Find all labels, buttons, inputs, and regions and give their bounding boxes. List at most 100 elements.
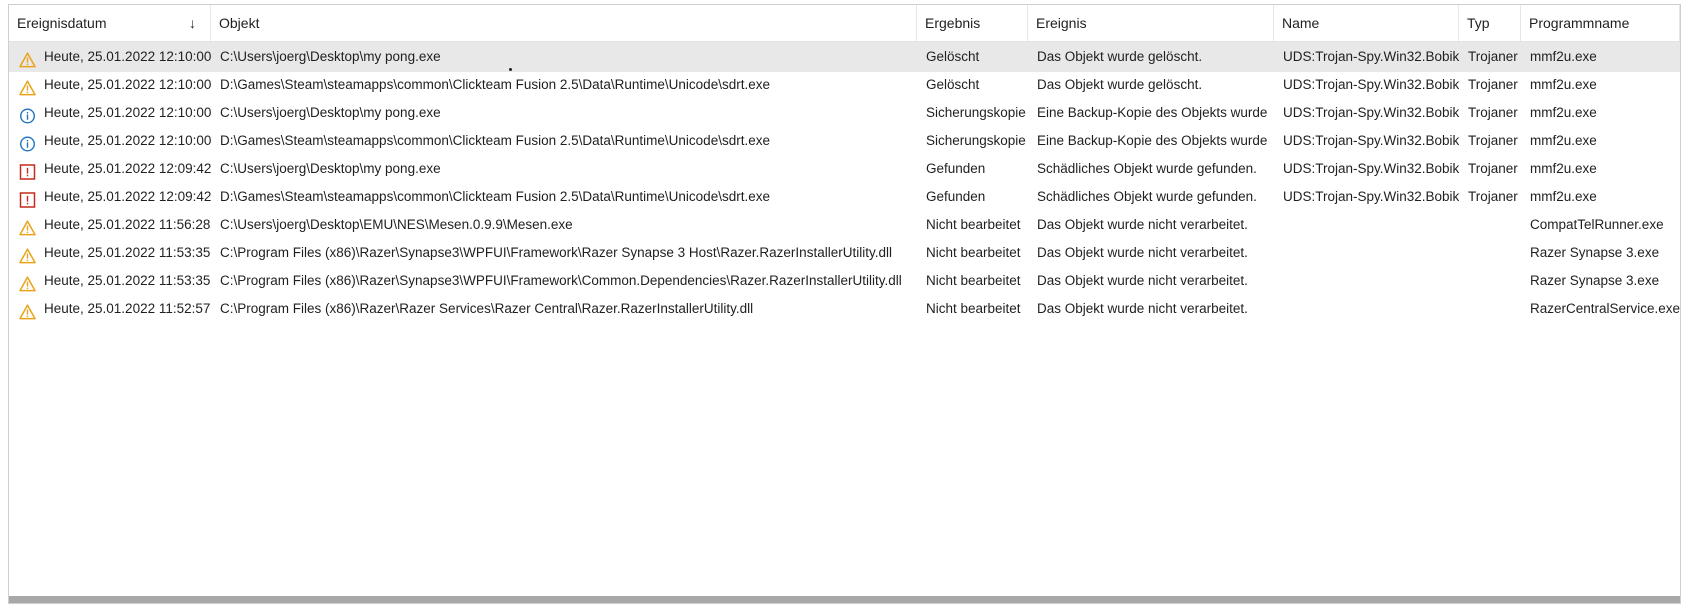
column-header-object[interactable]: Objekt	[211, 5, 917, 41]
cell-name: UDS:Trojan-Spy.Win32.Bobik	[1283, 49, 1459, 64]
cell-object: D:\Games\Steam\steamapps\common\Clicktea…	[220, 189, 770, 204]
mouse-cursor	[509, 68, 512, 71]
info-icon	[19, 133, 36, 152]
cell-type: Trojaner	[1468, 105, 1518, 120]
cell-type: Trojaner	[1468, 49, 1518, 64]
table-row[interactable]: Heute, 25.01.2022 11:53:35 C:\Program Fil…	[9, 238, 1680, 268]
cell-name	[1274, 210, 1459, 240]
cell-program: RazerCentralService.exe	[1530, 301, 1680, 316]
cell-object: D:\Games\Steam\steamapps\common\Clicktea…	[220, 133, 770, 148]
cell-date: Heute, 25.01.2022 12:10:00	[9, 70, 211, 100]
cell-result: Nicht bearbeitet	[926, 301, 1021, 316]
table-row[interactable]: Heute, 25.01.2022 12:10:00 D:\Games\Steam…	[9, 70, 1680, 100]
info-icon	[19, 105, 36, 124]
cell-type: Trojaner	[1468, 77, 1518, 92]
cell-type: Trojaner	[1468, 133, 1518, 148]
cell-object: C:\Program Files (x86)\Razer\Synapse3\WP…	[220, 245, 892, 260]
table-header: Ereignisdatum ↓ Objekt Ergebnis Ereignis…	[9, 5, 1680, 42]
cell-object: C:\Program Files (x86)\Razer\Razer Servi…	[220, 301, 754, 316]
cell-result: Gefunden	[926, 189, 986, 204]
table-row[interactable]: Heute, 25.01.2022 11:56:28 C:\Users\joerg…	[9, 210, 1680, 240]
column-header-type[interactable]: Typ	[1459, 5, 1521, 41]
table-row[interactable]: Heute, 25.01.2022 12:09:42 D:\Games\Steam…	[9, 182, 1680, 212]
cell-date: Heute, 25.01.2022 11:56:28	[9, 210, 211, 240]
cell-date-text: Heute, 25.01.2022 11:56:28	[44, 217, 211, 232]
cell-date: Heute, 25.01.2022 11:52:57	[9, 294, 211, 324]
cell-program: mmf2u.exe	[1530, 189, 1597, 204]
cell-program: mmf2u.exe	[1530, 105, 1597, 120]
cell-program: Razer Synapse 3.exe	[1530, 245, 1660, 260]
cell-date: Heute, 25.01.2022 11:53:35	[9, 266, 211, 296]
warning-icon	[19, 245, 36, 264]
cell-event: Schädliches Objekt wurde gefunden.	[1037, 189, 1257, 204]
cell-object: D:\Games\Steam\steamapps\common\Clicktea…	[220, 77, 770, 92]
cell-object: C:\Users\joerg\Desktop\my pong.exe	[220, 105, 441, 120]
cell-date: Heute, 25.01.2022 12:10:00	[9, 98, 211, 128]
cell-result: Nicht bearbeitet	[926, 217, 1021, 232]
cell-date-text: Heute, 25.01.2022 12:10:00	[44, 133, 211, 148]
cell-result: Sicherungskopie	[926, 133, 1026, 148]
cell-date: Heute, 25.01.2022 12:10:00	[9, 126, 211, 156]
cell-program: mmf2u.exe	[1530, 77, 1597, 92]
cell-result: Gelöscht	[926, 77, 980, 92]
column-header-date-label: Ereignisdatum	[17, 15, 107, 31]
cell-event: Eine Backup-Kopie des Objekts wurde	[1037, 105, 1268, 120]
table-row[interactable]: Heute, 25.01.2022 12:10:00 C:\Users\joerg…	[9, 98, 1680, 128]
cell-name	[1274, 238, 1459, 268]
cell-name: UDS:Trojan-Spy.Win32.Bobik	[1283, 189, 1459, 204]
cell-object: C:\Users\joerg\Desktop\my pong.exe	[220, 49, 441, 64]
cell-date-text: Heute, 25.01.2022 11:52:57	[44, 301, 211, 316]
horizontal-scrollbar[interactable]	[9, 596, 1680, 603]
cell-result: Gefunden	[926, 161, 986, 176]
cell-event: Das Objekt wurde nicht verarbeitet.	[1037, 217, 1248, 232]
cell-type: Trojaner	[1468, 161, 1518, 176]
cell-date-text: Heute, 25.01.2022 12:10:00	[44, 49, 211, 64]
cell-name: UDS:Trojan-Spy.Win32.Bobik	[1283, 133, 1459, 148]
cell-event: Das Objekt wurde gelöscht.	[1037, 49, 1203, 64]
cell-program: CompatTelRunner.exe	[1530, 217, 1664, 232]
column-header-date[interactable]: Ereignisdatum ↓	[9, 5, 211, 41]
cell-event: Das Objekt wurde nicht verarbeitet.	[1037, 245, 1248, 260]
cell-date-text: Heute, 25.01.2022 11:53:35	[44, 245, 211, 260]
cell-type	[1459, 294, 1521, 324]
cell-object: C:\Program Files (x86)\Razer\Synapse3\WP…	[220, 273, 902, 288]
table-row[interactable]: Heute, 25.01.2022 12:10:00 C:\Users\joerg…	[9, 42, 1680, 72]
cell-name: UDS:Trojan-Spy.Win32.Bobik	[1283, 161, 1459, 176]
cell-type	[1459, 266, 1521, 296]
cell-type	[1459, 210, 1521, 240]
table-row[interactable]: Heute, 25.01.2022 12:09:42 C:\Users\joerg…	[9, 154, 1680, 184]
cell-program: mmf2u.exe	[1530, 161, 1597, 176]
cell-event: Das Objekt wurde nicht verarbeitet.	[1037, 301, 1248, 316]
cell-date: Heute, 25.01.2022 12:10:00	[9, 42, 211, 72]
cell-program: mmf2u.exe	[1530, 49, 1597, 64]
cell-object: C:\Users\joerg\Desktop\EMU\NES\Mesen.0.9…	[220, 217, 573, 232]
cell-name: UDS:Trojan-Spy.Win32.Bobik	[1283, 105, 1459, 120]
warning-icon	[19, 301, 36, 320]
cell-object: C:\Users\joerg\Desktop\my pong.exe	[220, 161, 441, 176]
cell-name	[1274, 294, 1459, 324]
cell-name	[1274, 266, 1459, 296]
column-header-name[interactable]: Name	[1274, 5, 1459, 41]
cell-date: Heute, 25.01.2022 12:09:42	[9, 154, 211, 184]
table-row[interactable]: Heute, 25.01.2022 11:53:35 C:\Program Fil…	[9, 266, 1680, 296]
cell-date: Heute, 25.01.2022 12:09:42	[9, 182, 211, 212]
table-row[interactable]: Heute, 25.01.2022 12:10:00 D:\Games\Steam…	[9, 126, 1680, 156]
cell-program: Razer Synapse 3.exe	[1530, 273, 1660, 288]
column-header-event[interactable]: Ereignis	[1028, 5, 1274, 41]
cell-result: Nicht bearbeitet	[926, 245, 1021, 260]
warning-icon	[19, 49, 36, 68]
danger-icon	[19, 161, 36, 180]
warning-icon	[19, 77, 36, 96]
cell-result: Gelöscht	[926, 49, 980, 64]
cell-date-text: Heute, 25.01.2022 12:10:00	[44, 105, 211, 120]
cell-result: Nicht bearbeitet	[926, 273, 1021, 288]
sort-descending-icon[interactable]: ↓	[189, 5, 196, 41]
cell-event: Eine Backup-Kopie des Objekts wurde	[1037, 133, 1268, 148]
table-row[interactable]: Heute, 25.01.2022 11:52:57 C:\Program Fil…	[9, 294, 1680, 324]
column-header-result[interactable]: Ergebnis	[917, 5, 1028, 41]
column-header-program[interactable]: Programmname	[1521, 5, 1680, 41]
cell-name: UDS:Trojan-Spy.Win32.Bobik	[1283, 77, 1459, 92]
cell-type	[1459, 238, 1521, 268]
cell-date-text: Heute, 25.01.2022 11:53:35	[44, 273, 211, 288]
cell-date-text: Heute, 25.01.2022 12:09:42	[44, 161, 211, 176]
